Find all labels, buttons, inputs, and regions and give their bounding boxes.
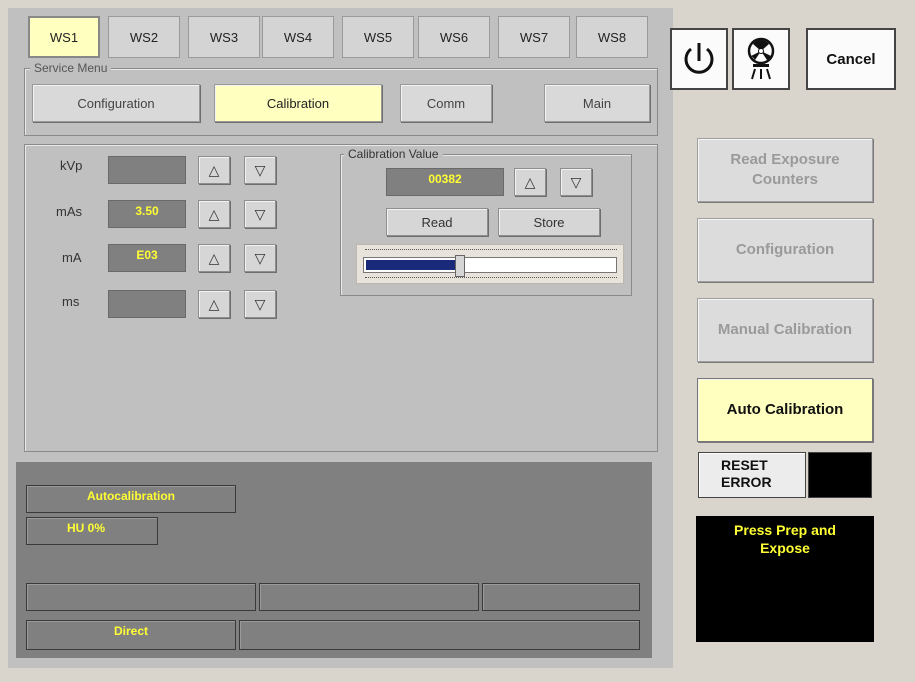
main-menu-button[interactable]: Main — [544, 84, 650, 122]
ms-up-button[interactable]: △ — [198, 290, 230, 318]
kvp-label: kVp — [60, 158, 83, 173]
calibration-value-legend: Calibration Value — [344, 147, 443, 161]
tab-ws3[interactable]: WS3 — [188, 16, 260, 58]
tab-ws4[interactable]: WS4 — [262, 16, 334, 58]
slider-ticks-top — [365, 249, 617, 253]
manual-calibration-button[interactable]: Manual Calibration — [697, 298, 873, 362]
tab-ws1[interactable]: WS1 — [28, 16, 100, 58]
read-exposure-counters-button[interactable]: Read Exposure Counters — [697, 138, 873, 202]
slider-ticks-bottom — [365, 277, 617, 281]
mas-down-button[interactable]: ▽ — [244, 200, 276, 228]
calibration-slider[interactable] — [356, 244, 624, 284]
ma-up-button[interactable]: △ — [198, 244, 230, 272]
tab-label: WS3 — [209, 29, 239, 45]
button-label: Read Exposure Counters — [730, 150, 840, 188]
service-menu-legend: Service Menu — [30, 61, 112, 75]
calibration-menu-button[interactable]: Calibration — [214, 84, 382, 122]
status-cell-3 — [482, 583, 640, 611]
direct-status: Direct — [26, 620, 236, 650]
down-arrow-icon: ▽ — [254, 295, 266, 312]
radiation-icon — [747, 37, 775, 80]
calibration-value-readout: 00382 — [386, 168, 504, 196]
tab-label: WS5 — [363, 29, 393, 45]
button-label: RESET ERROR — [721, 457, 772, 490]
error-indicator — [808, 452, 872, 498]
slider-fill — [366, 260, 458, 270]
slider-track — [363, 257, 617, 273]
button-label: Configuration — [735, 240, 835, 258]
ms-down-button[interactable]: ▽ — [244, 290, 276, 318]
tab-ws2[interactable]: WS2 — [108, 16, 180, 58]
button-label: Auto Calibration — [726, 400, 844, 418]
down-arrow-icon: ▽ — [254, 249, 266, 266]
down-arrow-icon: ▽ — [570, 173, 582, 190]
up-arrow-icon: △ — [208, 205, 220, 222]
tab-label: WS8 — [597, 29, 627, 45]
power-button[interactable] — [670, 28, 728, 90]
auto-calibration-button[interactable]: Auto Calibration — [697, 378, 873, 442]
calibration-up-button[interactable]: △ — [514, 168, 546, 196]
ms-readout — [108, 290, 186, 318]
message-text: Press Prep and Expose — [734, 522, 836, 556]
ma-down-button[interactable]: ▽ — [244, 244, 276, 272]
cancel-button[interactable]: Cancel — [806, 28, 896, 90]
message-display: Press Prep and Expose — [696, 516, 874, 642]
configuration-menu-button[interactable]: Configuration — [32, 84, 200, 122]
button-label: Calibration — [266, 95, 330, 111]
up-arrow-icon: △ — [208, 295, 220, 312]
ma-readout: E03 — [108, 244, 186, 272]
power-icon — [684, 43, 714, 74]
mode-status: Autocalibration — [26, 485, 236, 513]
direct-info-status — [239, 620, 640, 650]
tab-ws5[interactable]: WS5 — [342, 16, 414, 58]
down-arrow-icon: ▽ — [254, 161, 266, 178]
tab-ws8[interactable]: WS8 — [576, 16, 648, 58]
button-label: Main — [582, 95, 612, 111]
tab-label: WS4 — [283, 29, 313, 45]
kvp-up-button[interactable]: △ — [198, 156, 230, 184]
up-arrow-icon: △ — [524, 173, 536, 190]
status-cell-1 — [26, 583, 256, 611]
kvp-readout — [108, 156, 186, 184]
hu-status: HU 0% — [26, 517, 158, 545]
status-cell-2 — [259, 583, 479, 611]
read-button[interactable]: Read — [386, 208, 488, 236]
tab-label: WS7 — [519, 29, 549, 45]
tab-ws7[interactable]: WS7 — [498, 16, 570, 58]
mas-readout: 3.50 — [108, 200, 186, 228]
button-label: Manual Calibration — [717, 320, 853, 338]
mas-up-button[interactable]: △ — [198, 200, 230, 228]
store-button[interactable]: Store — [498, 208, 600, 236]
ms-label: ms — [62, 294, 80, 309]
kvp-down-button[interactable]: ▽ — [244, 156, 276, 184]
configuration-button[interactable]: Configuration — [697, 218, 873, 282]
button-label: Read — [421, 214, 453, 230]
reset-error-button[interactable]: RESET ERROR — [698, 452, 806, 498]
tab-label: WS6 — [439, 29, 469, 45]
button-label: Comm — [426, 95, 466, 111]
mas-label: mAs — [56, 204, 82, 219]
calibration-down-button[interactable]: ▽ — [560, 168, 592, 196]
up-arrow-icon: △ — [208, 249, 220, 266]
tab-ws6[interactable]: WS6 — [418, 16, 490, 58]
tab-label: WS2 — [129, 29, 159, 45]
button-label: Cancel — [826, 50, 876, 68]
button-label: Store — [533, 214, 565, 230]
button-label: Configuration — [77, 95, 155, 111]
slider-thumb[interactable] — [455, 255, 465, 277]
radiation-button[interactable] — [732, 28, 790, 90]
down-arrow-icon: ▽ — [254, 205, 266, 222]
ma-label: mA — [62, 250, 82, 265]
up-arrow-icon: △ — [208, 161, 220, 178]
tab-label: WS1 — [49, 29, 79, 45]
comm-menu-button[interactable]: Comm — [400, 84, 492, 122]
